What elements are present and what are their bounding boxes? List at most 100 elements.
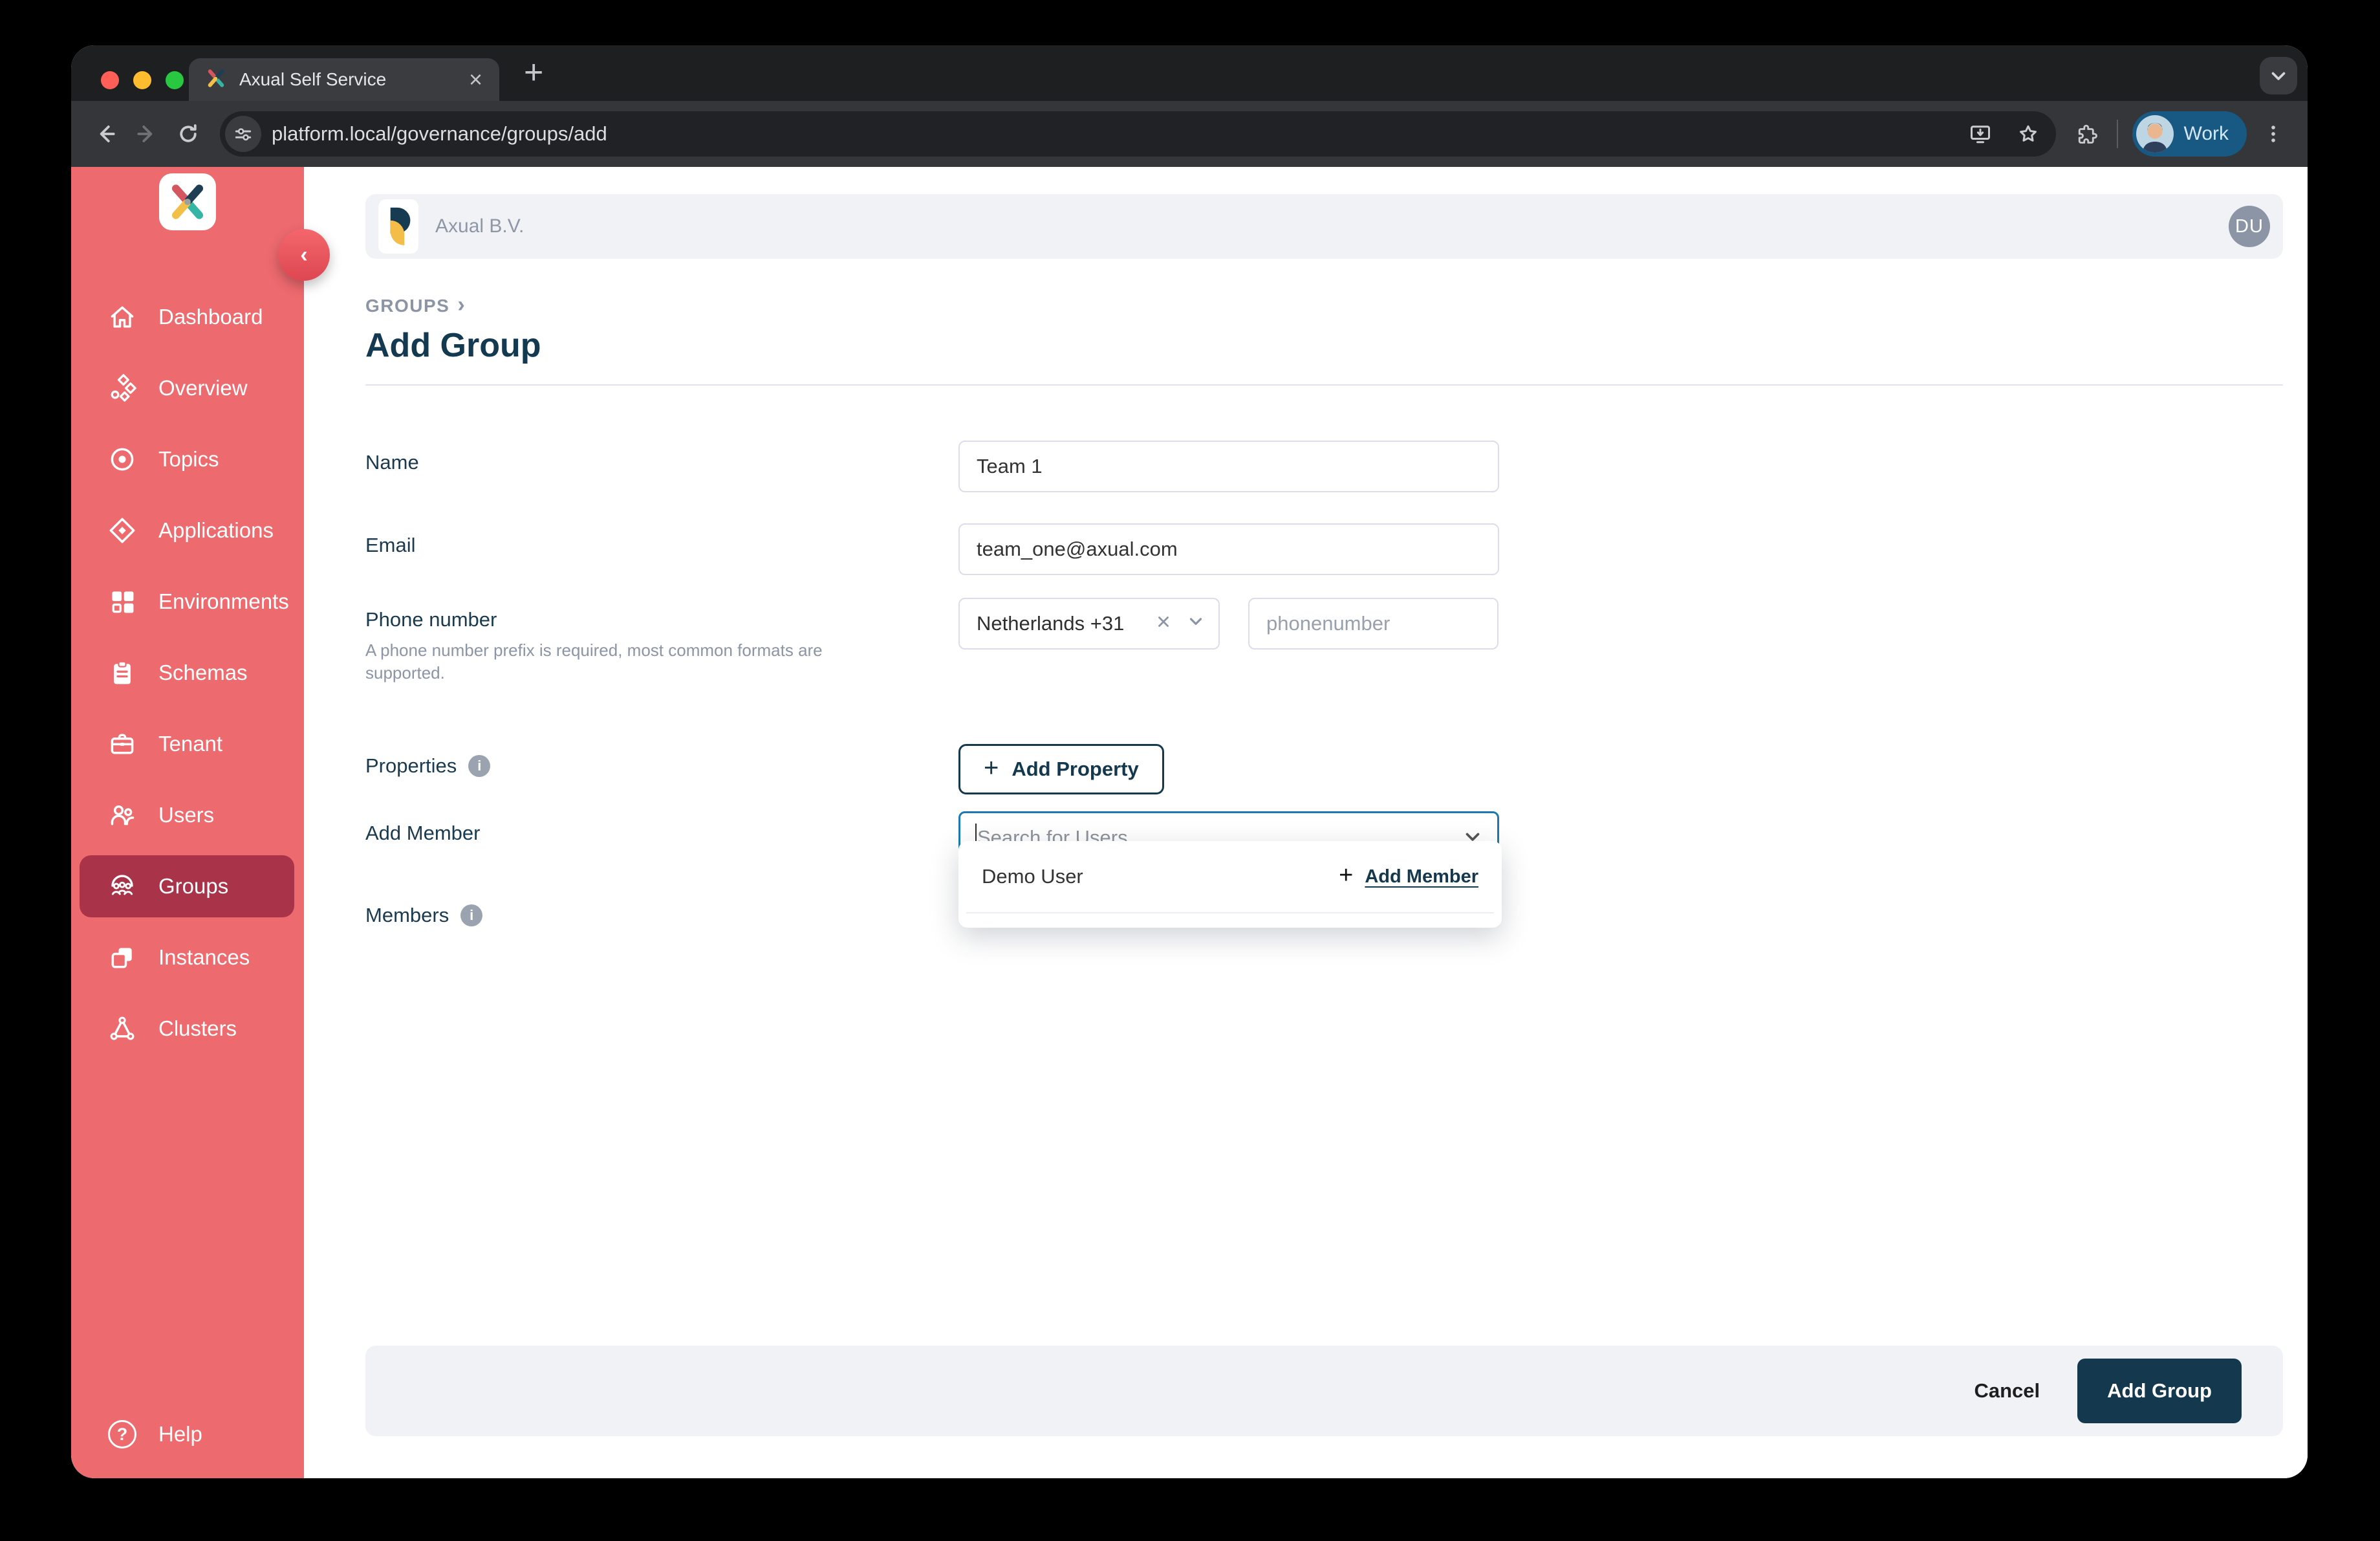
sidebar-item-label: Applications	[158, 518, 274, 542]
topics-icon	[111, 448, 134, 471]
clusters-icon	[110, 1016, 135, 1040]
sidebar-item-dashboard[interactable]: Dashboard	[80, 286, 294, 348]
address-bar[interactable]: platform.local/governance/groups/add	[220, 111, 2056, 157]
user-avatar[interactable]: DU	[2229, 206, 2270, 247]
add-group-button[interactable]: Add Group	[2077, 1359, 2242, 1423]
profile-label: Work	[2183, 123, 2229, 144]
breadcrumb-groups-link[interactable]: GROUPS	[365, 296, 449, 316]
applications-icon	[109, 518, 135, 543]
sidebar-item-label: Overview	[158, 376, 248, 400]
cancel-button[interactable]: Cancel	[1974, 1379, 2040, 1403]
sidebar: ‹ Dashboard Overview Topics Applications…	[71, 167, 330, 1478]
plus-icon: +	[1339, 862, 1354, 889]
browser-tab[interactable]: Axual Self Service ×	[189, 58, 499, 101]
phone-label: Phone number	[365, 608, 497, 631]
sidebar-item-applications[interactable]: Applications	[80, 499, 294, 562]
back-button[interactable]	[87, 115, 124, 153]
phone-helper-text: A phone number prefix is required, most …	[365, 640, 823, 683]
tab-search-button[interactable]	[2260, 57, 2297, 94]
sidebar-item-topics[interactable]: Topics	[80, 428, 294, 490]
extensions-puzzle-icon[interactable]	[2069, 115, 2106, 153]
profile-button[interactable]: Work	[2132, 111, 2247, 157]
phone-number-input[interactable]	[1248, 598, 1498, 650]
sidebar-item-label: Tenant	[158, 732, 223, 756]
sidebar-item-label: Dashboard	[158, 305, 263, 329]
help-icon: ?	[108, 1420, 136, 1448]
tab-title: Axual Self Service	[239, 69, 387, 89]
schemas-icon	[114, 661, 131, 684]
tenant-icon	[111, 734, 134, 754]
close-window-button[interactable]	[101, 71, 119, 89]
sidebar-collapse-button[interactable]: ‹	[278, 229, 330, 281]
name-input[interactable]	[958, 441, 1499, 492]
chevron-right-icon: ›	[457, 292, 466, 317]
title-divider	[365, 384, 2283, 386]
instances-icon	[111, 948, 132, 968]
plus-icon: +	[984, 754, 999, 783]
add-property-button[interactable]: + Add Property	[958, 744, 1164, 795]
sidebar-item-clusters[interactable]: Clusters	[80, 998, 294, 1060]
info-icon[interactable]: i	[468, 755, 491, 778]
list-item[interactable]: Demo User + Add Member	[958, 841, 1502, 912]
sidebar-item-label: Schemas	[158, 661, 248, 684]
groups-icon	[111, 875, 133, 895]
chevron-down-icon[interactable]	[1186, 611, 1206, 636]
browser-menu-icon[interactable]	[2255, 115, 2292, 153]
overview-icon	[111, 374, 136, 402]
breadcrumb: GROUPS ›	[365, 292, 2283, 317]
page-title: Add Group	[365, 327, 541, 364]
main-panel: Axual B.V. DU GROUPS › Add Group Name Em…	[304, 167, 2308, 1478]
info-icon[interactable]: i	[460, 904, 483, 927]
browser-window: Axual Self Service × + platform.local/go…	[71, 45, 2308, 1478]
environments-icon	[112, 591, 134, 613]
tab-favicon-axual-icon	[206, 68, 226, 92]
clear-prefix-icon[interactable]	[1155, 612, 1172, 635]
sidebar-item-label: Users	[158, 803, 215, 827]
phone-prefix-value: Netherlands +31	[977, 612, 1125, 635]
email-label: Email	[365, 534, 416, 556]
sidebar-item-overview[interactable]: Overview	[80, 357, 294, 419]
bookmark-star-icon[interactable]	[2009, 115, 2047, 153]
browser-toolbar: platform.local/governance/groups/add Wor…	[71, 101, 2308, 167]
form-action-bar: Cancel Add Group	[365, 1346, 2283, 1436]
sidebar-item-instances[interactable]: Instances	[80, 926, 294, 989]
company-name: Axual B.V.	[435, 215, 525, 237]
reload-button[interactable]	[169, 115, 207, 153]
sidebar-item-label: Help	[158, 1422, 202, 1446]
properties-row: Properties i + Add Property	[365, 744, 2283, 795]
user-name: Demo User	[982, 865, 1083, 888]
sidebar-item-help[interactable]: ? Help	[80, 1403, 294, 1465]
zoom-window-button[interactable]	[166, 71, 184, 89]
sidebar-item-tenant[interactable]: Tenant	[80, 713, 294, 775]
sidebar-item-label: Instances	[158, 945, 250, 969]
sidebar-item-groups[interactable]: Groups	[80, 855, 294, 917]
tab-strip: Axual Self Service × +	[71, 45, 2308, 101]
url-text[interactable]: platform.local/governance/groups/add	[272, 122, 1951, 146]
new-tab-button[interactable]: +	[524, 53, 543, 92]
home-icon	[111, 306, 134, 328]
sidebar-item-label: Groups	[158, 874, 229, 898]
site-info-icon[interactable]	[225, 116, 261, 152]
sidebar-item-schemas[interactable]: Schemas	[80, 642, 294, 704]
email-field[interactable]	[958, 523, 1499, 575]
sidebar-item-label: Environments	[158, 589, 289, 613]
forward-button[interactable]	[128, 115, 166, 153]
install-app-icon[interactable]	[1962, 115, 1999, 153]
toolbar-divider	[2116, 120, 2118, 148]
minimize-window-button[interactable]	[133, 71, 151, 89]
app-header: Axual B.V. DU	[365, 194, 2283, 259]
window-controls	[101, 71, 184, 89]
members-label: Members i	[365, 904, 483, 927]
add-member-label: Add Member	[365, 822, 481, 845]
tab-close-icon[interactable]: ×	[469, 68, 482, 91]
app-content: ‹ Dashboard Overview Topics Applications…	[71, 167, 2308, 1478]
name-label: Name	[365, 451, 419, 474]
add-member-link[interactable]: + Add Member	[1339, 862, 1478, 889]
phone-row: Phone number A phone number prefix is re…	[365, 598, 2283, 684]
sidebar-item-environments[interactable]: Environments	[80, 571, 294, 633]
profile-avatar	[2136, 115, 2174, 153]
sidebar-item-label: Clusters	[158, 1016, 237, 1040]
sidebar-item-users[interactable]: Users	[80, 784, 294, 846]
phone-prefix-select[interactable]: Netherlands +31	[958, 598, 1220, 650]
axual-logo-icon	[159, 173, 216, 230]
